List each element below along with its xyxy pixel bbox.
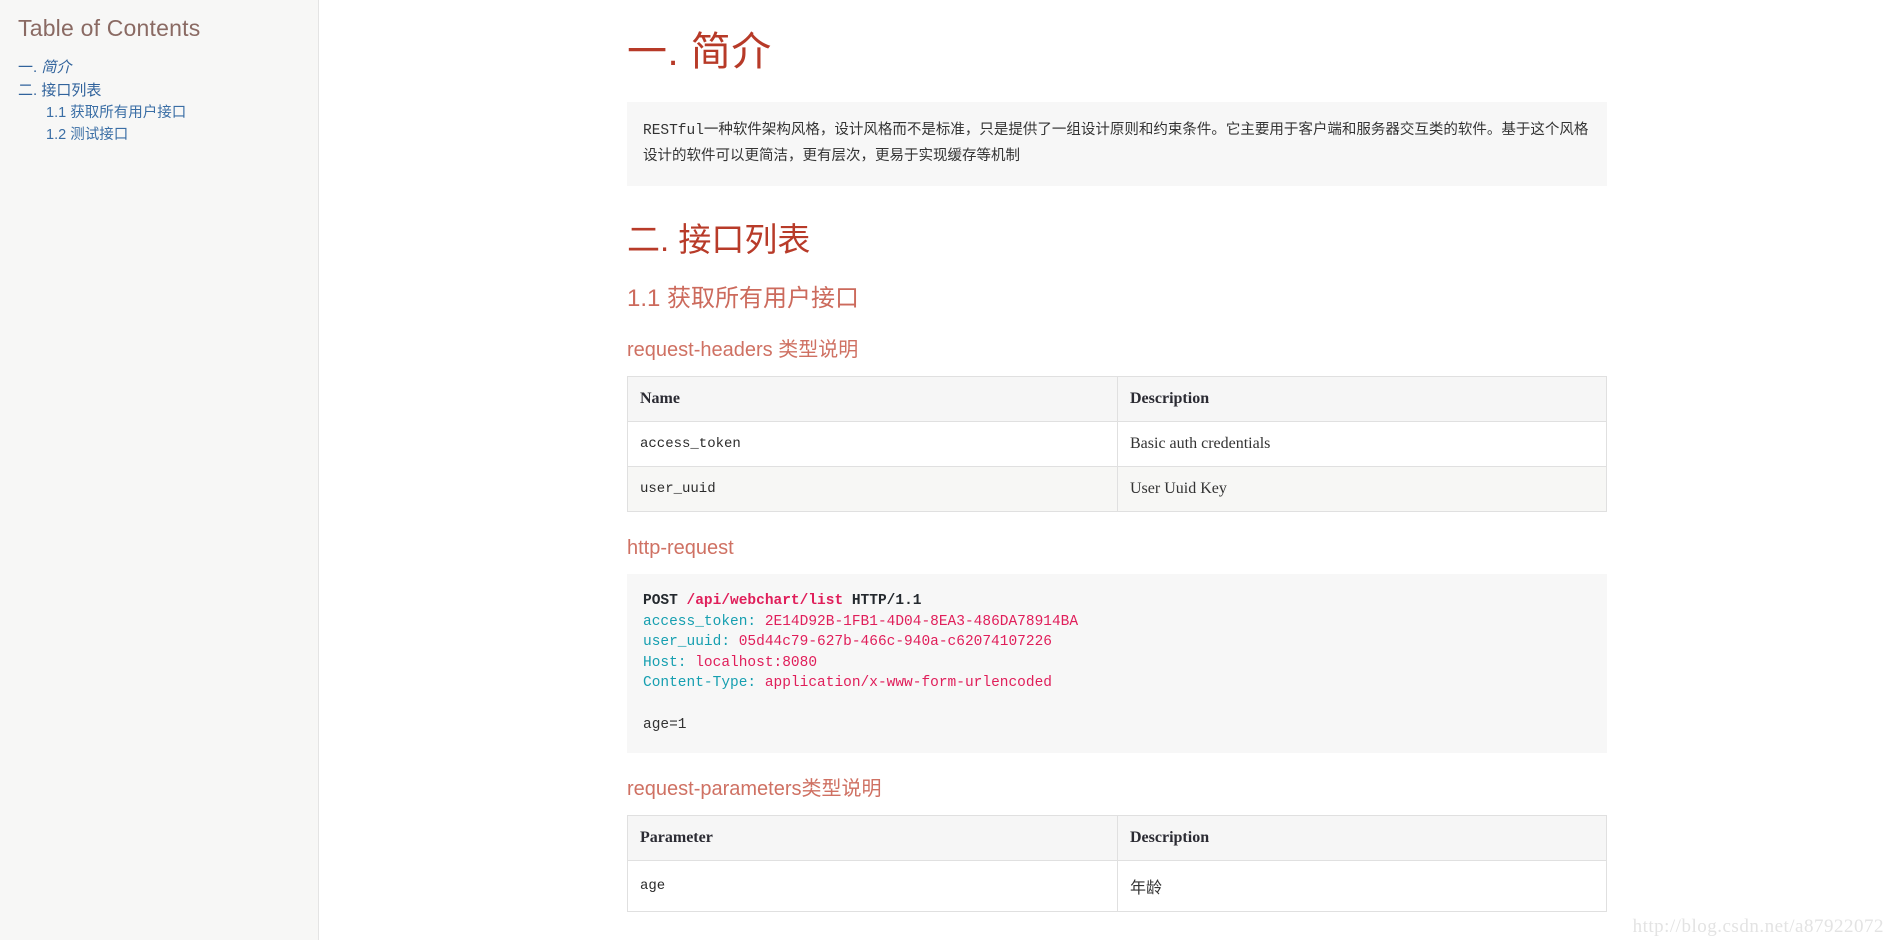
document-main: 一. 简介 RESTful一种软件架构风格，设计风格而不是标准，只是提供了一组设… bbox=[319, 0, 1892, 940]
cell-header-description: Basic auth credentials bbox=[1117, 421, 1607, 468]
subsection-heading-get-all-users: 1.1 获取所有用户接口 bbox=[627, 285, 860, 313]
toc-item-intro[interactable]: 一. 简介 bbox=[0, 56, 318, 79]
toc-item-label: 获取所有用户接口 bbox=[70, 104, 187, 121]
code-header-host: Host: bbox=[643, 654, 687, 671]
table-of-contents-sidebar: Table of Contents 一. 简介 二. 接口列表 1.1 获取所有… bbox=[0, 0, 319, 940]
column-header-parameter: Parameter bbox=[627, 815, 1118, 862]
toc-item-get-all-users[interactable]: 1.1 获取所有用户接口 bbox=[0, 102, 318, 125]
toc-item-label: 接口列表 bbox=[41, 81, 102, 99]
table-row: user_uuid User Uuid Key bbox=[627, 466, 1607, 513]
toc-item-test-interface[interactable]: 1.2 测试接口 bbox=[0, 124, 318, 147]
section-heading-api-list: 二. 接口列表 bbox=[627, 220, 811, 258]
request-parameters-table: Parameter Description age 年龄 bbox=[627, 815, 1607, 913]
cell-parameter-name: age bbox=[627, 860, 1118, 913]
table-row: age 年龄 bbox=[627, 860, 1607, 913]
table-header-row: Parameter Description bbox=[627, 815, 1607, 862]
toc-item-label: 测试接口 bbox=[70, 127, 129, 144]
code-http-path: /api/webchart/list bbox=[686, 593, 844, 610]
intro-quote-code: RESTful bbox=[643, 123, 704, 139]
table-body: access_token Basic auth credentials user… bbox=[627, 421, 1607, 513]
toc-item-number: 1.2 bbox=[46, 127, 67, 144]
toc-item-label: 简介 bbox=[41, 58, 72, 76]
intro-quote-text: 一种软件架构风格，设计风格而不是标准，只是提供了一组设计原则和约束条件。它主要用… bbox=[643, 122, 1589, 165]
cell-parameter-description: 年龄 bbox=[1117, 860, 1607, 913]
cell-header-name: user_uuid bbox=[627, 466, 1118, 513]
heading-request-parameters: request-parameters类型说明 bbox=[627, 778, 882, 801]
document-content: 一. 简介 RESTful一种软件架构风格，设计风格而不是标准，只是提供了一组设… bbox=[627, 0, 1607, 913]
cell-header-name: access_token bbox=[627, 421, 1118, 468]
code-value-access-token: 2E14D92B-1FB1-4D04-8EA3-486DA78914BA bbox=[764, 613, 1079, 630]
column-header-description: Description bbox=[1117, 815, 1607, 862]
code-http-method: POST bbox=[643, 593, 678, 610]
code-value-user-uuid: 05d44c79-627b-466c-940a-c62074107226 bbox=[738, 634, 1052, 651]
heading-request-headers: request-headers 类型说明 bbox=[627, 339, 859, 362]
watermark: http://blog.csdn.net/a87922072 bbox=[1632, 916, 1884, 937]
column-header-name: Name bbox=[627, 376, 1118, 423]
intro-blockquote: RESTful一种软件架构风格，设计风格而不是标准，只是提供了一组设计原则和约束… bbox=[627, 102, 1607, 186]
table-head: Parameter Description bbox=[627, 815, 1607, 862]
code-header-content-type: Content-Type: bbox=[643, 675, 757, 692]
toc-list: 一. 简介 二. 接口列表 1.1 获取所有用户接口 1.2 测试接口 bbox=[0, 56, 318, 147]
code-header-access-token: access_token: bbox=[643, 613, 757, 630]
toc-item-number: 一. bbox=[18, 58, 38, 76]
table-head: Name Description bbox=[627, 376, 1607, 423]
cell-header-description: User Uuid Key bbox=[1117, 466, 1607, 513]
table-body: age 年龄 bbox=[627, 860, 1607, 913]
table-row: access_token Basic auth credentials bbox=[627, 421, 1607, 468]
page-title: 一. 简介 bbox=[627, 30, 772, 74]
toc-item-api-list[interactable]: 二. 接口列表 bbox=[0, 79, 318, 102]
heading-http-request: http-request bbox=[627, 537, 734, 560]
table-header-row: Name Description bbox=[627, 376, 1607, 423]
code-value-content-type: application/x-www-form-urlencoded bbox=[764, 675, 1052, 692]
code-request-body: age=1 bbox=[643, 716, 687, 733]
code-http-version: HTTP/1.1 bbox=[851, 593, 922, 610]
request-headers-table: Name Description access_token Basic auth… bbox=[627, 376, 1607, 513]
document-page: Table of Contents 一. 简介 二. 接口列表 1.1 获取所有… bbox=[0, 0, 1892, 940]
column-header-description: Description bbox=[1117, 376, 1607, 423]
http-request-code-block: POST /api/webchart/list HTTP/1.1 access_… bbox=[627, 574, 1607, 754]
toc-title: Table of Contents bbox=[18, 15, 201, 41]
code-header-user-uuid: user_uuid: bbox=[643, 634, 731, 651]
toc-item-number: 1.1 bbox=[46, 104, 67, 121]
toc-item-number: 二. bbox=[18, 81, 38, 99]
code-value-host: localhost:8080 bbox=[695, 654, 818, 671]
